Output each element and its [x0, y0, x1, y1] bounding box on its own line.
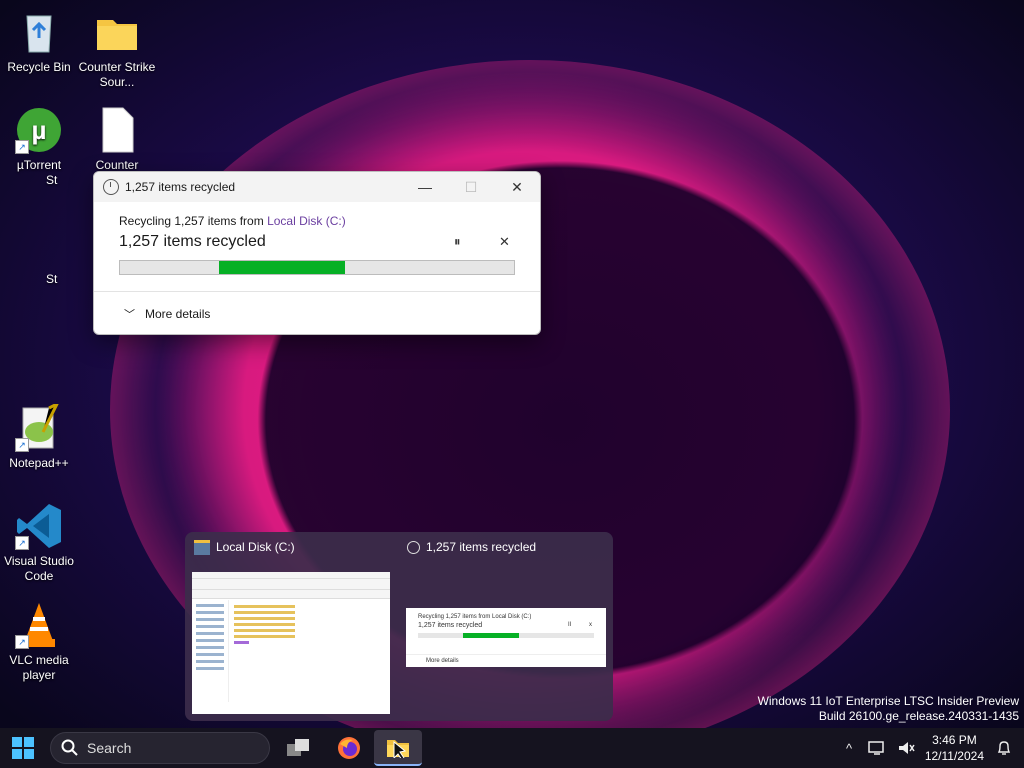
- chevron-up-icon: ^: [845, 740, 853, 756]
- desktop-icon-label-fragment: St: [46, 272, 58, 286]
- notepadpp-icon: ↗: [15, 400, 63, 452]
- network-icon: [868, 741, 884, 755]
- thumbnail-title: 1,257 items recycled: [426, 540, 537, 554]
- progress-fill: [219, 261, 345, 274]
- recycling-prefix: Recycling 1,257 items from: [119, 214, 264, 228]
- thumbnail-recycle-dialog[interactable]: 1,257 items recycled: [399, 532, 613, 562]
- desktop-icon-counter-file[interactable]: Counter: [77, 106, 157, 173]
- explorer-icon: [194, 539, 210, 555]
- minimize-button[interactable]: —: [402, 172, 448, 202]
- desktop-icon-label: Recycle Bin: [7, 60, 71, 74]
- vscode-icon: ↗: [15, 502, 63, 550]
- dialog-preview: Recycling 1,257 items from Local Disk (C…: [406, 608, 606, 667]
- desktop-icon-label: Counter Strike Sour...: [78, 60, 156, 89]
- desktop-icon-notepadpp[interactable]: ↗ Notepad++: [0, 400, 79, 471]
- clock-time: 3:46 PM: [932, 733, 977, 747]
- system-clock[interactable]: 3:46 PM 12/11/2024: [925, 732, 984, 764]
- dialog-title: 1,257 items recycled: [125, 180, 236, 194]
- watermark-line2: Build 26100.ge_release.240331-1435: [818, 709, 1019, 723]
- task-view-button[interactable]: [280, 730, 318, 766]
- desktop-icon-recycle-bin[interactable]: Recycle Bin: [0, 8, 79, 75]
- bell-icon: [997, 741, 1011, 755]
- firefox-taskbar-button[interactable]: [330, 730, 368, 766]
- preview-more-details: More details: [406, 654, 606, 667]
- clock-icon: [103, 179, 119, 195]
- thumbnail-title: Local Disk (C:): [216, 540, 295, 554]
- file-explorer-icon: [387, 740, 409, 758]
- search-placeholder: Search: [87, 740, 132, 756]
- desktop-icon-utorrent[interactable]: µ ↗ µTorrent: [0, 106, 79, 173]
- vlc-icon: ↗: [15, 601, 63, 649]
- cancel-operation-button[interactable]: ✕: [499, 234, 510, 250]
- watermark-line1: Windows 11 IoT Enterprise LTSC Insider P…: [757, 694, 1019, 708]
- preview-pause: II: [568, 622, 572, 628]
- taskbar-thumbnail-popup: Local Disk (C:) 1,257 items recycled Rec…: [185, 532, 613, 721]
- file-explorer-taskbar-button[interactable]: [374, 730, 422, 766]
- notifications-button[interactable]: [992, 728, 1016, 768]
- preview-line1: Recycling 1,257 items from Local Disk (C…: [418, 614, 532, 620]
- shortcut-arrow-icon: ↗: [15, 536, 29, 550]
- desktop-icon-label: µTorrent: [16, 158, 62, 172]
- explorer-preview: [192, 572, 390, 714]
- desktop-icon-vscode[interactable]: ↗ Visual Studio Code: [0, 502, 79, 584]
- volume-button[interactable]: [893, 728, 919, 768]
- file-icon: [93, 106, 141, 154]
- svg-text:µ: µ: [32, 115, 47, 145]
- thumbnail-explorer[interactable]: Local Disk (C:): [185, 532, 399, 714]
- progress-bar: [119, 260, 515, 275]
- more-details-toggle[interactable]: ﹀ More details: [94, 291, 540, 334]
- shortcut-arrow-icon: ↗: [15, 635, 29, 649]
- shortcut-arrow-icon: ↗: [15, 140, 29, 154]
- more-details-label: More details: [145, 306, 211, 321]
- desktop-icon-vlc[interactable]: ↗ VLC media player: [0, 601, 79, 683]
- network-button[interactable]: [864, 728, 890, 768]
- firefox-icon: [338, 737, 360, 759]
- maximize-button[interactable]: ☐: [448, 172, 494, 202]
- folder-icon: [93, 8, 141, 56]
- windows-logo-icon: [12, 737, 34, 759]
- chevron-down-icon: ﹀: [124, 308, 135, 321]
- clock-icon: [407, 540, 420, 554]
- recycle-progress-dialog: 1,257 items recycled — ☐ ✕ Recycling 1,2…: [93, 171, 541, 335]
- desktop-icon-label: Visual Studio Code: [4, 554, 74, 583]
- recycle-bin-icon: [15, 8, 63, 56]
- clock-date: 12/11/2024: [924, 749, 984, 763]
- taskbar: Search ^ 3:46 PM 12/11/2024: [0, 728, 1024, 768]
- start-button[interactable]: [4, 730, 42, 766]
- shortcut-arrow-icon: ↗: [15, 438, 29, 452]
- recycling-description: Recycling 1,257 items from Local Disk (C…: [119, 214, 515, 228]
- dialog-titlebar[interactable]: 1,257 items recycled — ☐ ✕: [94, 172, 540, 202]
- preview-close: x: [589, 622, 592, 628]
- os-watermark: Windows 11 IoT Enterprise LTSC Insider P…: [758, 694, 1019, 724]
- desktop-icon-label: Notepad++: [9, 456, 69, 470]
- task-view-icon: [287, 739, 309, 756]
- search-icon: [61, 739, 78, 756]
- show-hidden-icons-button[interactable]: ^: [840, 728, 858, 768]
- utorrent-icon: µ ↗: [15, 106, 63, 154]
- preview-line2: 1,257 items recycled: [418, 622, 483, 629]
- volume-muted-icon: [899, 742, 915, 754]
- desktop-icon-label: VLC media player: [9, 653, 69, 682]
- pause-button[interactable]: ⏸: [454, 234, 461, 250]
- desktop-icon-label-fragment: St: [46, 173, 58, 187]
- preview-progress: [418, 633, 594, 638]
- desktop-icon-counter-strike-folder[interactable]: Counter Strike Sour...: [77, 8, 157, 90]
- source-link[interactable]: Local Disk (C:): [267, 214, 346, 228]
- search-box[interactable]: Search: [50, 732, 270, 764]
- close-button[interactable]: ✕: [494, 172, 540, 202]
